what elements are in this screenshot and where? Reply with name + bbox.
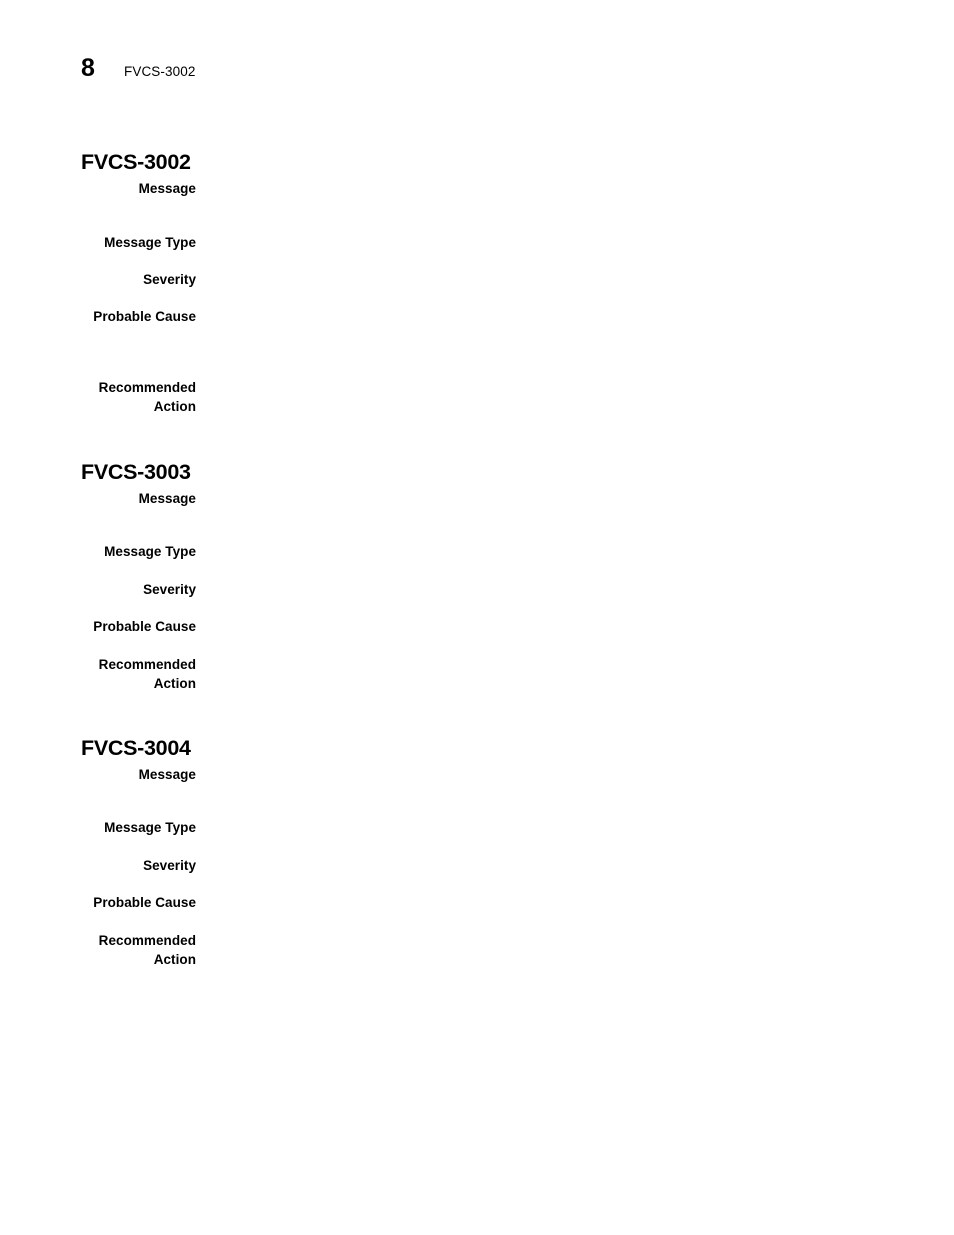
field-value — [196, 308, 954, 309]
field-label: Message — [138, 181, 196, 196]
field-value — [196, 857, 954, 858]
field-value — [196, 543, 954, 544]
field-row: Message — [0, 766, 954, 785]
field-row: Recommended Action — [0, 379, 954, 416]
field-value — [196, 581, 954, 582]
field-label: Message Type — [104, 820, 196, 835]
field-label: Probable Cause — [93, 619, 196, 634]
field-value — [196, 271, 954, 272]
field-row: Probable Cause — [0, 308, 954, 327]
field-row: Message Type — [0, 543, 954, 562]
section-heading: FVCS-3002 — [81, 149, 191, 174]
field-row: Recommended Action — [0, 656, 954, 693]
field-value — [196, 894, 954, 895]
field-row: Message Type — [0, 819, 954, 838]
field-row: Severity — [0, 271, 954, 290]
field-label: Message Type — [104, 235, 196, 250]
field-row: Message Type — [0, 234, 954, 253]
field-label: Message — [138, 491, 196, 506]
field-value — [196, 234, 954, 235]
field-row: Message — [0, 180, 954, 199]
running-header-title: FVCS-3002 — [124, 64, 196, 79]
section-heading: FVCS-3003 — [81, 459, 191, 484]
field-label: Recommended Action — [98, 657, 196, 691]
field-label: Message Type — [104, 544, 196, 559]
field-row: Message — [0, 490, 954, 509]
running-header: 8 FVCS-3002 — [81, 56, 195, 81]
field-row: Probable Cause — [0, 618, 954, 637]
field-value — [196, 766, 954, 767]
field-value — [196, 490, 954, 491]
field-row: Probable Cause — [0, 894, 954, 913]
field-row: Severity — [0, 857, 954, 876]
field-label: Recommended Action — [98, 933, 196, 967]
field-value — [196, 180, 954, 181]
section-heading: FVCS-3004 — [81, 735, 191, 760]
field-label: Probable Cause — [93, 895, 196, 910]
field-label: Severity — [143, 272, 196, 287]
field-label: Severity — [143, 582, 196, 597]
page-number: 8 — [81, 54, 95, 82]
field-row: Recommended Action — [0, 932, 954, 969]
field-value — [196, 656, 954, 657]
field-label: Probable Cause — [93, 309, 196, 324]
field-value — [196, 819, 954, 820]
field-value — [196, 379, 954, 380]
field-row: Severity — [0, 581, 954, 600]
field-value — [196, 618, 954, 619]
document-page: 8 FVCS-3002 FVCS-3002 Message Message Type… — [0, 0, 954, 1235]
field-label: Recommended Action — [98, 380, 196, 414]
field-value — [196, 932, 954, 933]
field-label: Severity — [143, 858, 196, 873]
field-label: Message — [138, 767, 196, 782]
